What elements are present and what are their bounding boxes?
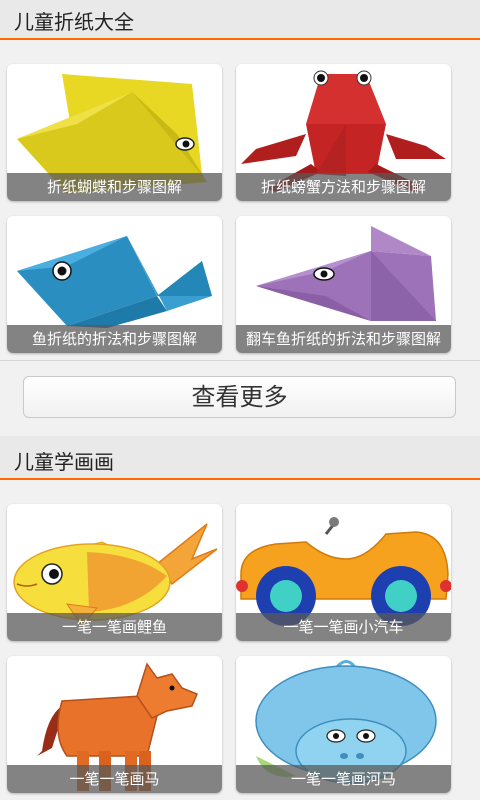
card-caption: 折纸螃蟹方法和步骤图解 — [236, 173, 451, 201]
section-title: 儿童学画画 — [14, 450, 114, 474]
card-origami-fish[interactable]: 鱼折纸的折法和步骤图解 — [7, 216, 222, 353]
view-more-button[interactable]: 查看更多 — [23, 376, 456, 418]
section-divider — [0, 360, 480, 361]
card-draw-car[interactable]: 一笔一笔画小汽车 — [236, 504, 451, 641]
card-caption: 一笔一笔画小汽车 — [236, 613, 451, 641]
card-draw-hippo[interactable]: 一笔一笔画河马 — [236, 656, 451, 793]
card-caption: 一笔一笔画鲤鱼 — [7, 613, 222, 641]
section-header-drawing: 儿童学画画 — [0, 436, 480, 480]
card-draw-horse[interactable]: 一笔一笔画马 — [7, 656, 222, 793]
card-draw-carp[interactable]: 一笔一笔画鲤鱼 — [7, 504, 222, 641]
section-title: 儿童折纸大全 — [14, 10, 134, 34]
card-caption: 翻车鱼折纸的折法和步骤图解 — [236, 325, 451, 353]
card-caption: 鱼折纸的折法和步骤图解 — [7, 325, 222, 353]
section-header-origami: 儿童折纸大全 — [0, 0, 480, 40]
card-origami-crab[interactable]: 折纸螃蟹方法和步骤图解 — [236, 64, 451, 201]
card-caption: 一笔一笔画河马 — [236, 765, 451, 793]
card-origami-sunfish[interactable]: 翻车鱼折纸的折法和步骤图解 — [236, 216, 451, 353]
card-caption: 折纸蝴蝶和步骤图解 — [7, 173, 222, 201]
card-origami-butterfly[interactable]: 折纸蝴蝶和步骤图解 — [7, 64, 222, 201]
card-caption: 一笔一笔画马 — [7, 765, 222, 793]
